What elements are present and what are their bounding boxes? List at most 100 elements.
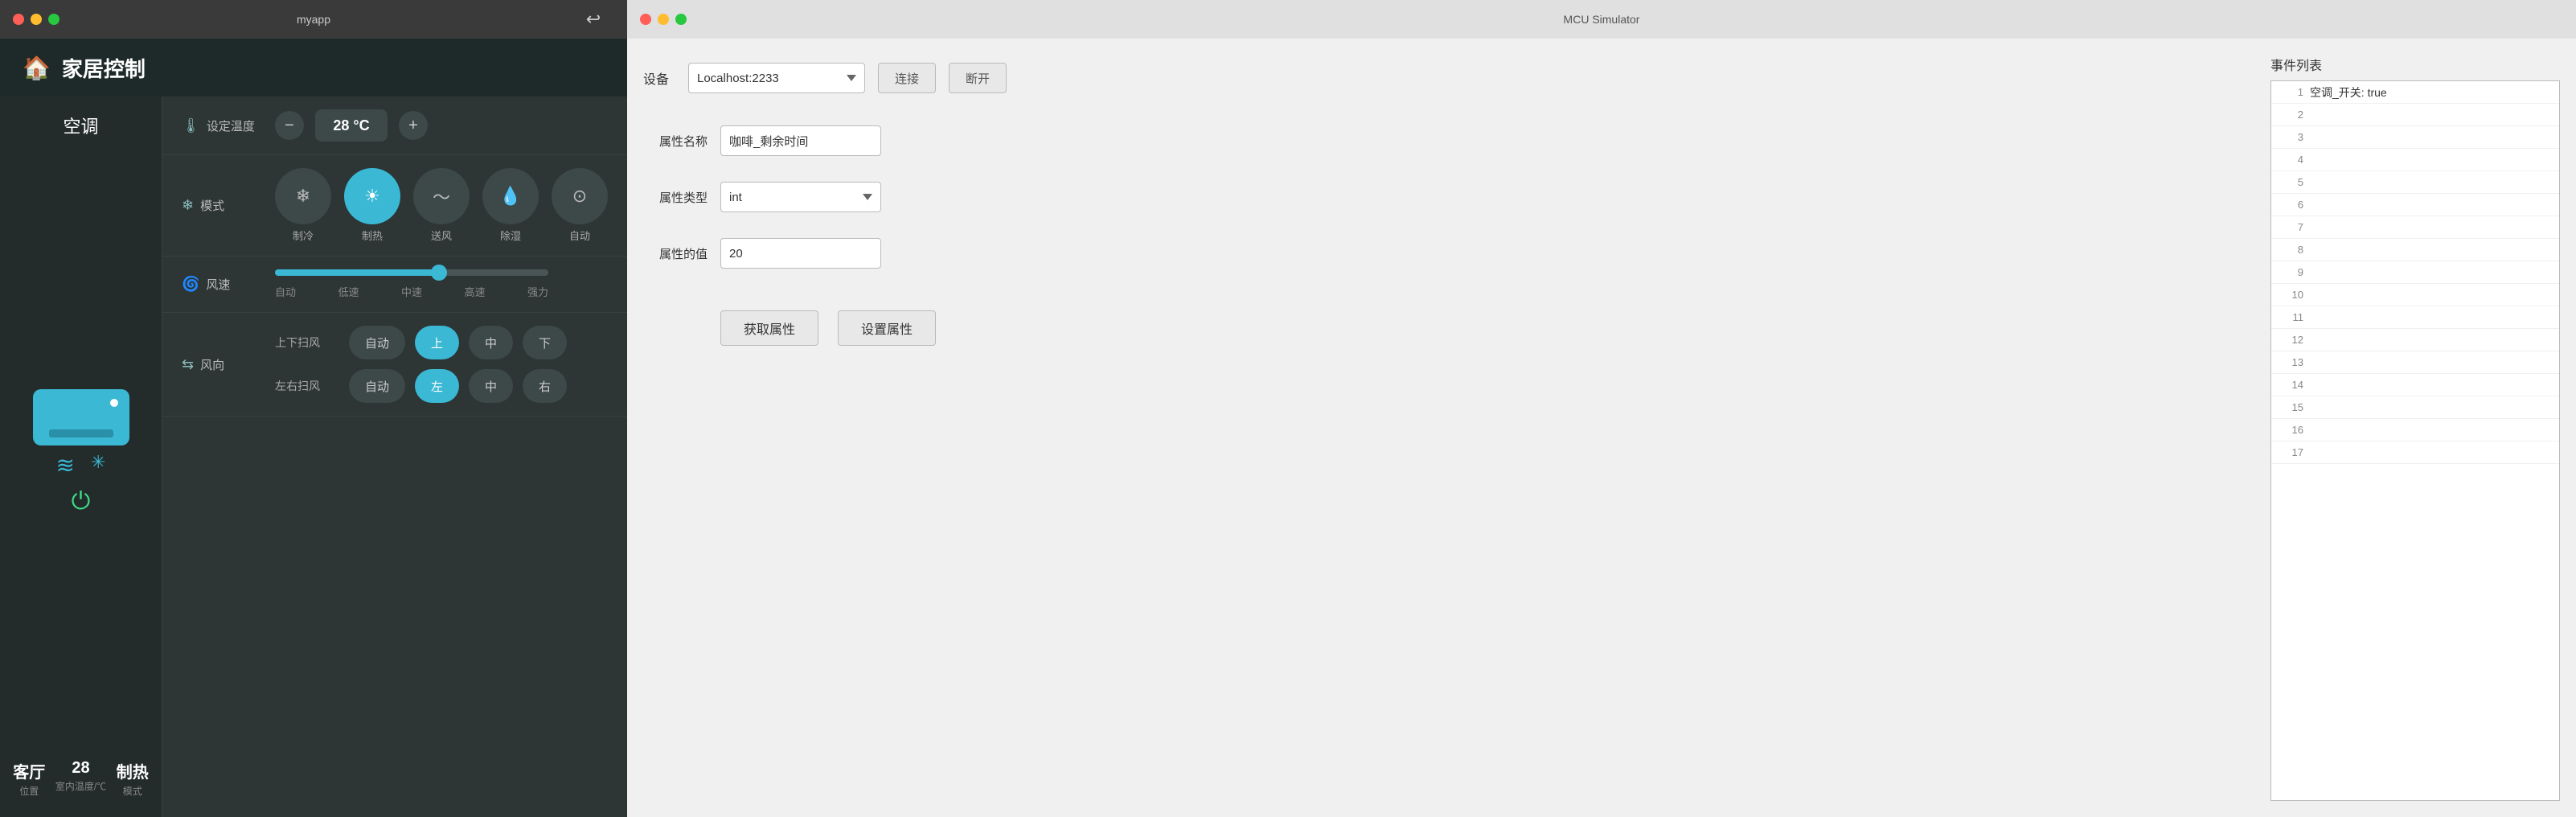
property-value-input[interactable] bbox=[720, 238, 881, 269]
maximize-button-left[interactable] bbox=[48, 14, 59, 25]
event-row-number: 14 bbox=[2278, 379, 2303, 391]
event-row: 3 bbox=[2271, 126, 2559, 149]
mode-fan-button[interactable]: 〜 bbox=[413, 168, 470, 224]
event-row: 4 bbox=[2271, 149, 2559, 171]
traffic-lights-left bbox=[13, 14, 59, 25]
maximize-button-right[interactable] bbox=[675, 14, 687, 25]
lr-mid-button[interactable]: 中 bbox=[469, 369, 513, 403]
temperature-section: 🌡 设定温度 − 28 °C + bbox=[162, 96, 627, 155]
ac-temp-value: 28 bbox=[72, 759, 89, 778]
up-down-up-button[interactable]: 上 bbox=[415, 326, 459, 359]
mode-dry-label: 除湿 bbox=[500, 228, 521, 243]
left-right-sweep-row: 左右扫风 自动 左 中 右 bbox=[275, 369, 567, 403]
ac-illustration: ≋ ✳ ⏻ bbox=[17, 388, 146, 516]
wind-speed-low: 低速 bbox=[338, 284, 359, 299]
event-row: 10 bbox=[2271, 284, 2559, 306]
temperature-value: 28 °C bbox=[333, 117, 369, 134]
temperature-display: 28 °C bbox=[315, 109, 388, 142]
left-app-panel: myapp ↩ 🏠 家居控制 空调 ≋ ✳ bbox=[0, 0, 627, 817]
minimize-button-right[interactable] bbox=[658, 14, 669, 25]
event-row: 9 bbox=[2271, 261, 2559, 284]
property-name-row: 属性名称 bbox=[643, 125, 2254, 156]
mode-item-dry: 💧 除湿 bbox=[482, 168, 539, 243]
mode-item-heat: ☀ 制热 bbox=[344, 168, 400, 243]
title-bar-left: myapp ↩ bbox=[0, 0, 627, 39]
wind-speed-label-text: 风速 bbox=[206, 276, 230, 293]
direction-icon: ⇆ bbox=[182, 356, 194, 373]
ac-sidebar: 空调 ≋ ✳ ⏻ 客厅 位置 bbox=[0, 96, 162, 817]
mode-cool-button[interactable]: ❄ bbox=[275, 168, 331, 224]
wind-direction-label-text: 风向 bbox=[200, 356, 224, 373]
events-list[interactable]: 1空调_开关: true234567891011121314151617 bbox=[2270, 80, 2560, 801]
up-down-mid-button[interactable]: 中 bbox=[469, 326, 513, 359]
sweep-controls: 上下扫风 自动 上 中 下 左右扫风 自动 左 中 右 bbox=[275, 326, 567, 403]
back-button[interactable]: ↩ bbox=[579, 5, 608, 34]
ac-mode-label: 模式 bbox=[123, 784, 142, 798]
ac-snowflake-icon: ✳ bbox=[91, 452, 105, 478]
event-row: 17 bbox=[2271, 441, 2559, 464]
ac-controls: 🌡 设定温度 − 28 °C + ❄ bbox=[162, 96, 627, 817]
set-property-button[interactable]: 设置属性 bbox=[838, 310, 936, 346]
up-down-down-button[interactable]: 下 bbox=[523, 326, 567, 359]
event-row-number: 9 bbox=[2278, 266, 2303, 278]
wind-speed-labels: 自动 低速 中速 高速 强力 bbox=[275, 284, 548, 299]
event-row-number: 7 bbox=[2278, 221, 2303, 233]
wind-speed-label: 🌀 风速 bbox=[182, 276, 262, 293]
event-row-number: 13 bbox=[2278, 356, 2303, 368]
app-title: 家居控制 bbox=[62, 53, 146, 83]
event-row: 12 bbox=[2271, 329, 2559, 351]
mode-label-text: 模式 bbox=[200, 197, 224, 214]
mode-item-cool: ❄ 制冷 bbox=[275, 168, 331, 243]
wind-speed-row: 🌀 风速 自动 低速 中速 高速 强力 bbox=[182, 269, 608, 299]
ac-unit-vent bbox=[49, 429, 113, 437]
mode-label: ❄ 模式 bbox=[182, 197, 262, 214]
sweep-section: ⇆ 风向 上下扫风 自动 上 中 下 bbox=[162, 313, 627, 417]
close-button-right[interactable] bbox=[640, 14, 651, 25]
close-button-left[interactable] bbox=[13, 14, 24, 25]
lr-auto-button[interactable]: 自动 bbox=[349, 369, 405, 403]
mode-heat-button[interactable]: ☀ bbox=[344, 168, 400, 224]
ac-unit-body bbox=[33, 389, 129, 445]
get-property-button[interactable]: 获取属性 bbox=[720, 310, 818, 346]
up-down-auto-button[interactable]: 自动 bbox=[349, 326, 405, 359]
mode-icon: ❄ bbox=[182, 197, 194, 214]
event-row-number: 15 bbox=[2278, 401, 2303, 413]
mode-auto-button[interactable]: ⊙ bbox=[552, 168, 608, 224]
property-type-row: 属性类型 int string bool float bbox=[643, 182, 2254, 212]
ac-label: 空调 bbox=[63, 113, 98, 138]
connect-button[interactable]: 连接 bbox=[878, 63, 936, 93]
ac-info-temp: 28 室内温度/℃ bbox=[55, 759, 106, 798]
event-row: 15 bbox=[2271, 396, 2559, 419]
lr-right-button[interactable]: 右 bbox=[523, 369, 567, 403]
ac-mode-value: 制热 bbox=[117, 759, 149, 782]
event-row-number: 12 bbox=[2278, 334, 2303, 346]
property-value-label: 属性的值 bbox=[643, 245, 708, 262]
event-row-number: 6 bbox=[2278, 199, 2303, 211]
left-right-sweep-label: 左右扫风 bbox=[275, 378, 339, 394]
minimize-button-left[interactable] bbox=[31, 14, 42, 25]
device-label: 设备 bbox=[643, 68, 675, 88]
mode-section: ❄ 模式 ❄ 制冷 ☀ 制热 〜 bbox=[162, 155, 627, 257]
mode-auto-label: 自动 bbox=[569, 228, 590, 243]
wind-speed-section: 🌀 风速 自动 低速 中速 高速 强力 bbox=[162, 257, 627, 313]
mode-dry-button[interactable]: 💧 bbox=[482, 168, 539, 224]
property-type-select[interactable]: int string bool float bbox=[720, 182, 881, 212]
ac-location-label: 位置 bbox=[19, 784, 39, 798]
temp-increase-button[interactable]: + bbox=[399, 111, 428, 140]
temp-decrease-button[interactable]: − bbox=[275, 111, 304, 140]
property-name-input[interactable] bbox=[720, 125, 881, 156]
event-row: 8 bbox=[2271, 239, 2559, 261]
lr-left-button[interactable]: 左 bbox=[415, 369, 459, 403]
event-row-number: 17 bbox=[2278, 446, 2303, 458]
action-buttons-row: 获取属性 设置属性 bbox=[643, 310, 2254, 346]
device-select[interactable]: Localhost:2233 bbox=[688, 63, 865, 93]
event-row-number: 10 bbox=[2278, 289, 2303, 301]
mcu-body: 设备 Localhost:2233 连接 断开 属性名称 属性类型 int st… bbox=[627, 39, 2576, 817]
event-row: 1空调_开关: true bbox=[2271, 81, 2559, 104]
wind-speed-thumb[interactable] bbox=[431, 265, 447, 281]
temperature-row: 🌡 设定温度 − 28 °C + bbox=[182, 109, 608, 142]
disconnect-button[interactable]: 断开 bbox=[949, 63, 1007, 93]
wind-speed-track[interactable] bbox=[275, 269, 548, 276]
event-row-number: 4 bbox=[2278, 154, 2303, 166]
event-row: 5 bbox=[2271, 171, 2559, 194]
